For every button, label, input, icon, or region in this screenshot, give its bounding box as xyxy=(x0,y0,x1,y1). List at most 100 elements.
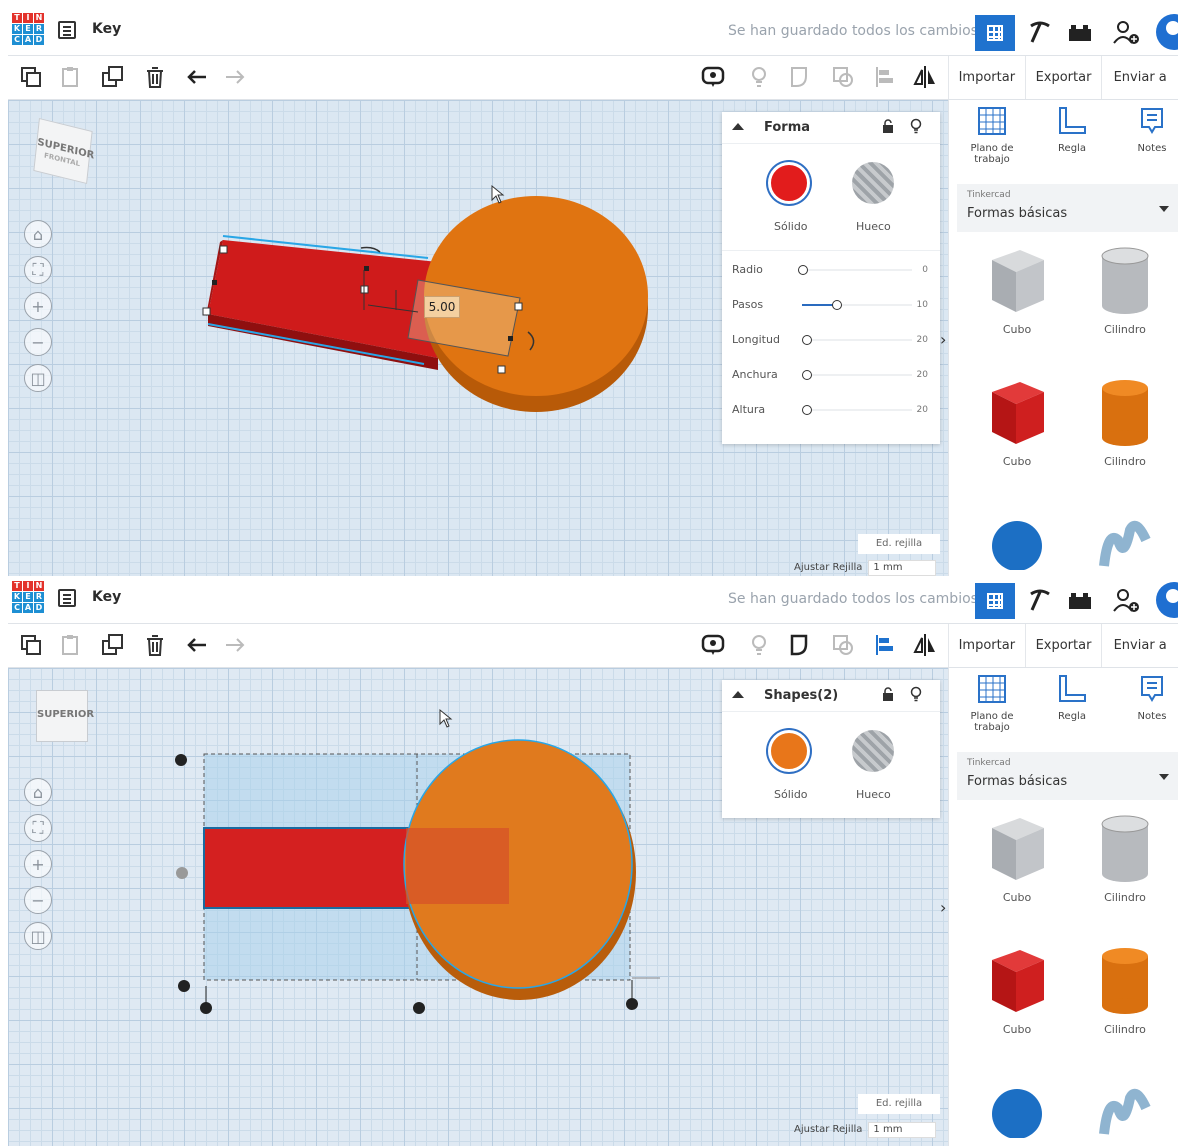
selection-handle[interactable] xyxy=(178,980,190,992)
property-value[interactable]: 0 xyxy=(922,265,928,275)
dimension-input[interactable]: 5.00 xyxy=(424,296,460,318)
pickaxe-icon[interactable] xyxy=(1026,586,1054,614)
shape-box-hole[interactable]: Cubo xyxy=(967,240,1067,336)
shape-scribble[interactable] xyxy=(1075,510,1175,573)
shape-cylinder-hole[interactable]: Cilindro xyxy=(1075,808,1175,904)
group-icon[interactable] xyxy=(788,64,814,90)
workplane-tool[interactable]: Plano de trabajo xyxy=(957,106,1027,165)
visibility-bulb-icon[interactable] xyxy=(910,118,922,134)
copy-icon[interactable] xyxy=(18,64,44,90)
bricks-icon[interactable] xyxy=(1066,586,1094,614)
lock-icon[interactable] xyxy=(882,119,894,133)
mirror-icon[interactable] xyxy=(912,632,938,658)
shape-cylinder[interactable]: Cilindro xyxy=(1075,940,1175,1036)
mirror-icon[interactable] xyxy=(912,64,938,90)
shape-cylinder[interactable]: Cilindro xyxy=(1075,372,1175,468)
import-button[interactable]: Importar xyxy=(948,624,1025,667)
shape-box[interactable]: Cubo xyxy=(967,372,1067,468)
library-selector[interactable]: Tinkercad Formas básicas xyxy=(957,752,1178,800)
snap-grid-control[interactable]: Ajustar Rejilla 1 mm xyxy=(794,1122,937,1138)
lock-icon[interactable] xyxy=(882,687,894,701)
design-title[interactable]: Key xyxy=(92,589,121,605)
shape-cylinder-hole[interactable]: Cilindro xyxy=(1075,240,1175,336)
shape-box-hole[interactable]: Cubo xyxy=(967,808,1067,904)
design-title[interactable]: Key xyxy=(92,21,121,37)
collapse-inspector-icon[interactable] xyxy=(732,691,744,698)
align-icon[interactable] xyxy=(872,632,898,658)
design-list-icon[interactable] xyxy=(58,589,76,607)
shape-sphere[interactable] xyxy=(967,1078,1067,1141)
slider-knob[interactable] xyxy=(798,265,808,275)
slider-knob[interactable] xyxy=(802,335,812,345)
send-to-button[interactable]: Enviar a xyxy=(1101,624,1178,667)
duplicate-icon[interactable] xyxy=(100,632,126,658)
workplane-tool[interactable]: Plano de trabajo xyxy=(957,674,1027,733)
undo-icon[interactable] xyxy=(184,632,210,658)
red-box-shape[interactable] xyxy=(206,235,438,370)
copy-icon[interactable] xyxy=(18,632,44,658)
design-list-icon[interactable] xyxy=(58,21,76,39)
group-icon[interactable] xyxy=(788,632,814,658)
avatar[interactable] xyxy=(1156,14,1178,50)
hole-swatch[interactable] xyxy=(852,162,894,204)
property-value[interactable]: 20 xyxy=(917,405,928,415)
trash-icon[interactable] xyxy=(142,632,168,658)
slider-knob[interactable] xyxy=(802,405,812,415)
trash-icon[interactable] xyxy=(142,64,168,90)
add-user-icon[interactable] xyxy=(1112,586,1140,614)
undo-icon[interactable] xyxy=(184,64,210,90)
add-user-icon[interactable] xyxy=(1112,18,1140,46)
solid-color-swatch[interactable] xyxy=(768,730,810,772)
resize-handle[interactable] xyxy=(497,365,506,374)
grid-view-button[interactable] xyxy=(975,15,1015,51)
bricks-icon[interactable] xyxy=(1066,18,1094,46)
tinkercad-logo[interactable]: TIN KER CAD xyxy=(12,13,44,45)
speech-bubble-icon[interactable] xyxy=(700,64,726,90)
paste-icon[interactable] xyxy=(58,632,84,658)
paste-icon[interactable] xyxy=(58,64,84,90)
pickaxe-icon[interactable] xyxy=(1026,18,1054,46)
shape-box[interactable]: Cubo xyxy=(967,940,1067,1036)
grid-view-button[interactable] xyxy=(975,583,1015,619)
resize-handle[interactable] xyxy=(219,245,228,254)
redo-icon[interactable] xyxy=(222,632,248,658)
shape-sphere[interactable] xyxy=(967,510,1067,573)
collapse-inspector-icon[interactable] xyxy=(732,123,744,130)
speech-bubble-icon[interactable] xyxy=(700,632,726,658)
property-value[interactable]: 20 xyxy=(917,370,928,380)
grid-edit-button[interactable]: Ed. rejilla xyxy=(858,1094,940,1114)
shape-scribble[interactable] xyxy=(1075,1078,1175,1141)
align-icon[interactable] xyxy=(872,64,898,90)
resize-handle[interactable] xyxy=(202,307,211,316)
notes-tool[interactable]: Notes xyxy=(1117,674,1178,722)
slider-knob[interactable] xyxy=(802,370,812,380)
resize-handle[interactable] xyxy=(514,302,523,311)
export-button[interactable]: Exportar xyxy=(1024,56,1102,99)
redo-icon[interactable] xyxy=(222,64,248,90)
snap-grid-control[interactable]: Ajustar Rejilla 1 mm xyxy=(794,560,937,576)
ungroup-icon[interactable] xyxy=(830,64,856,90)
grid-edit-button[interactable]: Ed. rejilla xyxy=(858,534,940,554)
solid-color-swatch[interactable] xyxy=(768,162,810,204)
ruler-tool[interactable]: Regla xyxy=(1037,674,1107,722)
selection-handle[interactable] xyxy=(175,754,187,766)
selection-handle[interactable] xyxy=(176,867,188,879)
tinkercad-logo[interactable]: TIN KER CAD xyxy=(12,581,44,613)
slider-knob[interactable] xyxy=(832,300,842,310)
snap-grid-value[interactable]: 1 mm xyxy=(868,560,937,576)
property-value[interactable]: 10 xyxy=(917,300,928,310)
snap-grid-value[interactable]: 1 mm xyxy=(868,1122,937,1138)
library-selector[interactable]: Tinkercad Formas básicas xyxy=(957,184,1178,232)
ungroup-icon[interactable] xyxy=(830,632,856,658)
ruler-tool[interactable]: Regla xyxy=(1037,106,1107,154)
export-button[interactable]: Exportar xyxy=(1024,624,1102,667)
duplicate-icon[interactable] xyxy=(100,64,126,90)
selection-handle[interactable] xyxy=(413,1002,425,1014)
visibility-bulb-icon[interactable] xyxy=(910,686,922,702)
notes-tool[interactable]: Notes xyxy=(1117,106,1178,154)
import-button[interactable]: Importar xyxy=(948,56,1025,99)
hole-swatch[interactable] xyxy=(852,730,894,772)
bulb-icon[interactable] xyxy=(746,64,772,90)
bulb-icon[interactable] xyxy=(746,632,772,658)
property-value[interactable]: 20 xyxy=(917,335,928,345)
